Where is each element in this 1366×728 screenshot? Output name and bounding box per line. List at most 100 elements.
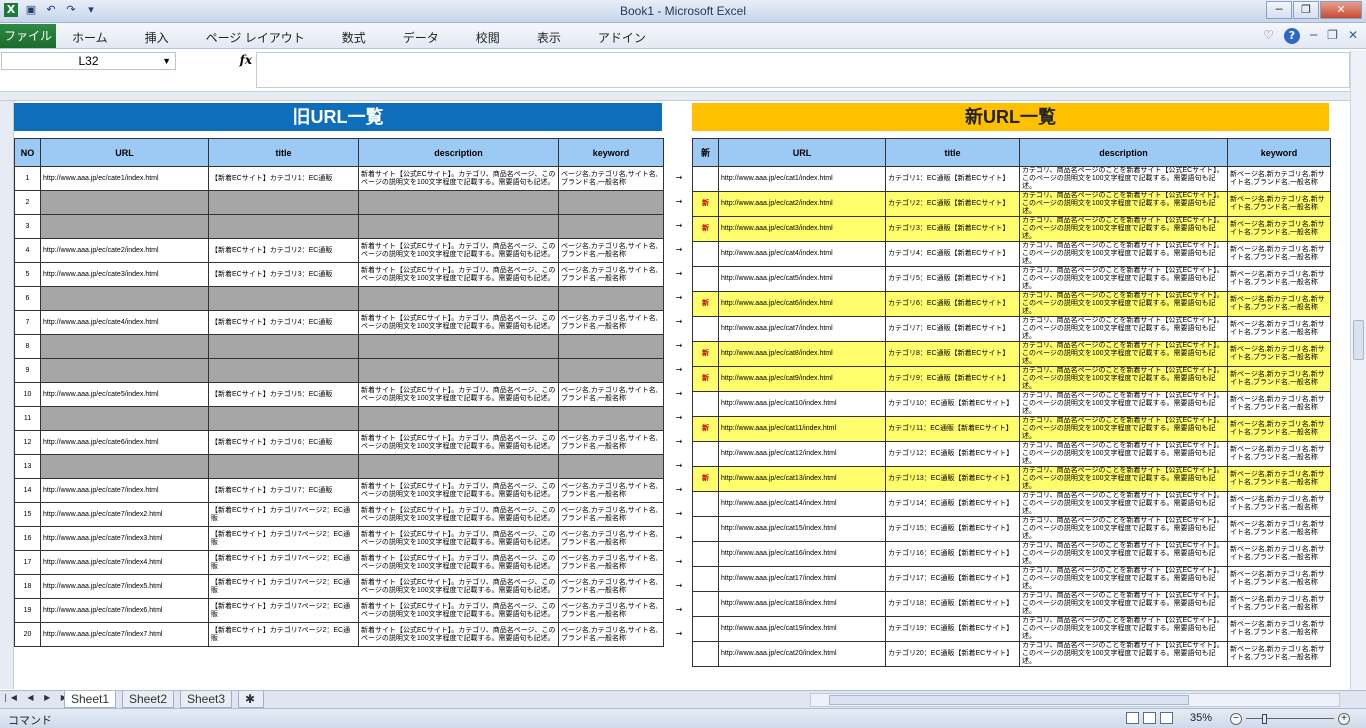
tab-review[interactable]: 校閲 <box>476 29 500 46</box>
restore-button[interactable]: ❐ <box>1293 1 1319 19</box>
title-cell[interactable]: カテゴリ10：EC通販【新着ECサイト】 <box>885 391 1020 417</box>
file-tab[interactable]: ファイル <box>0 24 56 48</box>
keyword-cell[interactable] <box>558 190 664 215</box>
new-flag-cell[interactable]: 新 <box>692 416 719 442</box>
tab-addins[interactable]: アドイン <box>598 29 646 46</box>
url-cell[interactable]: http://www.aaa.jp/ec/cate7/index2.html <box>40 502 209 527</box>
new-flag-cell[interactable]: 新 <box>692 291 719 317</box>
url-cell[interactable]: http://www.aaa.jp/ec/cate6/index.html <box>40 430 209 455</box>
zoom-level[interactable]: 35% <box>1190 712 1212 724</box>
description-cell[interactable]: カテゴリ、商品名ページのことを新着サイト【公式ECサイト】。このページの説明文を… <box>1019 466 1228 492</box>
description-cell[interactable]: カテゴリ、商品名ページのことを新着サイト【公式ECサイト】。このページの説明文を… <box>1019 516 1228 542</box>
worksheet-grid[interactable]: 旧URL一覧 新URL一覧 NO URL title description k… <box>14 101 1350 689</box>
new-flag-cell[interactable] <box>692 241 719 267</box>
new-flag-cell[interactable] <box>692 391 719 417</box>
title-cell[interactable]: カテゴリ7：EC通販【新着ECサイト】 <box>885 316 1020 342</box>
new-flag-cell[interactable]: 新 <box>692 366 719 392</box>
new-flag-cell[interactable]: 新 <box>692 216 719 242</box>
keyword-cell[interactable]: 新ページ名,新カテゴリ名,新サイト名,ブランド名,一般名称 <box>1227 466 1331 492</box>
description-cell[interactable]: カテゴリ、商品名ページのことを新着サイト【公式ECサイト】。このページの説明文を… <box>1019 366 1228 392</box>
title-cell[interactable]: 【新着ECサイト】カテゴリ7：EC通販 <box>208 478 359 503</box>
url-cell[interactable]: http://www.aaa.jp/ec/cat15/index.html <box>718 516 886 542</box>
keyword-cell[interactable]: ページ名,カテゴリ名,サイト名,ブランド名,一般名称 <box>558 622 664 647</box>
keyword-cell[interactable]: 新ページ名,新カテゴリ名,新サイト名,ブランド名,一般名称 <box>1227 391 1331 417</box>
description-cell[interactable]: 新着サイト【公式ECサイト】。カテゴリ、商品名ページ、このページの説明文を100… <box>358 238 559 263</box>
description-cell[interactable]: 新着サイト【公式ECサイト】。カテゴリ、商品名ページ、このページの説明文を100… <box>358 502 559 527</box>
title-cell[interactable]: カテゴリ17：EC通販【新着ECサイト】 <box>885 566 1020 592</box>
keyword-cell[interactable]: ページ名,カテゴリ名,サイト名,ブランド名,一般名称 <box>558 166 664 191</box>
keyword-cell[interactable]: 新ページ名,新カテゴリ名,新サイト名,ブランド名,一般名称 <box>1227 441 1331 467</box>
url-cell[interactable]: http://www.aaa.jp/ec/cate5/index.html <box>40 382 209 407</box>
description-cell[interactable]: カテゴリ、商品名ページのことを新着サイト【公式ECサイト】。このページの説明文を… <box>1019 291 1228 317</box>
title-cell[interactable]: カテゴリ8：EC通販【新着ECサイト】 <box>885 341 1020 367</box>
url-cell[interactable]: http://www.aaa.jp/ec/cat18/index.html <box>718 591 886 617</box>
title-cell[interactable]: 【新着ECサイト】カテゴリ7ページ2：EC通販 <box>208 550 359 575</box>
url-cell[interactable]: http://www.aaa.jp/ec/cat7/index.html <box>718 316 886 342</box>
tab-page-layout[interactable]: ページ レイアウト <box>206 29 305 46</box>
description-cell[interactable]: カテゴリ、商品名ページのことを新着サイト【公式ECサイト】。このページの説明文を… <box>1019 266 1228 292</box>
url-cell[interactable]: http://www.aaa.jp/ec/cat11/index.html <box>718 416 886 442</box>
description-cell[interactable]: 新着サイト【公式ECサイト】。カテゴリ、商品名ページ、このページの説明文を100… <box>358 526 559 551</box>
keyword-cell[interactable]: ページ名,カテゴリ名,サイト名,ブランド名,一般名称 <box>558 598 664 623</box>
horizontal-scrollbar[interactable] <box>810 693 1340 707</box>
url-cell[interactable] <box>40 334 209 359</box>
keyword-cell[interactable] <box>558 286 664 311</box>
new-flag-cell[interactable] <box>692 166 719 192</box>
tab-data[interactable]: データ <box>403 29 439 46</box>
new-flag-cell[interactable]: 新 <box>692 341 719 367</box>
minimize-ribbon-icon[interactable]: ♡ <box>1263 28 1274 44</box>
close-button[interactable]: ✕ <box>1320 1 1362 19</box>
description-cell[interactable]: カテゴリ、商品名ページのことを新着サイト【公式ECサイト】。このページの説明文を… <box>1019 166 1228 192</box>
insert-function-icon[interactable]: fx <box>240 53 252 67</box>
keyword-cell[interactable]: 新ページ名,新カテゴリ名,新サイト名,ブランド名,一般名称 <box>1227 341 1331 367</box>
title-cell[interactable] <box>208 406 359 431</box>
url-cell[interactable] <box>40 358 209 383</box>
sheet-tab-1[interactable]: Sheet1 <box>64 691 117 708</box>
title-cell[interactable]: カテゴリ12：EC通販【新着ECサイト】 <box>885 441 1020 467</box>
keyword-cell[interactable]: ページ名,カテゴリ名,サイト名,ブランド名,一般名称 <box>558 262 664 287</box>
new-flag-cell[interactable] <box>692 566 719 592</box>
description-cell[interactable]: 新着サイト【公式ECサイト】。カテゴリ、商品名ページ、このページの説明文を100… <box>358 262 559 287</box>
normal-view-button[interactable] <box>1126 712 1139 724</box>
row-number[interactable]: 15 <box>14 502 41 527</box>
name-box[interactable]: L32 ▼ <box>1 52 176 70</box>
url-cell[interactable] <box>40 190 209 215</box>
url-cell[interactable]: http://www.aaa.jp/ec/cate7/index7.html <box>40 622 209 647</box>
description-cell[interactable]: カテゴリ、商品名ページのことを新着サイト【公式ECサイト】。このページの説明文を… <box>1019 541 1228 567</box>
title-cell[interactable] <box>208 214 359 239</box>
description-cell[interactable]: カテゴリ、商品名ページのことを新着サイト【公式ECサイト】。このページの説明文を… <box>1019 391 1228 417</box>
new-flag-cell[interactable] <box>692 491 719 517</box>
row-number[interactable]: 8 <box>14 334 41 359</box>
title-cell[interactable]: カテゴリ6：EC通販【新着ECサイト】 <box>885 291 1020 317</box>
description-cell[interactable] <box>358 214 559 239</box>
description-cell[interactable]: カテゴリ、商品名ページのことを新着サイト【公式ECサイト】。このページの説明文を… <box>1019 616 1228 642</box>
row-number[interactable]: 3 <box>14 214 41 239</box>
sheet-tab-3[interactable]: Sheet3 <box>180 691 233 708</box>
url-cell[interactable]: http://www.aaa.jp/ec/cate7/index6.html <box>40 598 209 623</box>
keyword-cell[interactable]: ページ名,カテゴリ名,サイト名,ブランド名,一般名称 <box>558 502 664 527</box>
title-cell[interactable] <box>208 286 359 311</box>
row-number[interactable]: 4 <box>14 238 41 263</box>
description-cell[interactable]: カテゴリ、商品名ページのことを新着サイト【公式ECサイト】。このページの説明文を… <box>1019 241 1228 267</box>
zoom-in-icon[interactable]: + <box>1338 713 1350 725</box>
description-cell[interactable] <box>358 358 559 383</box>
workbook-restore-icon[interactable]: ❐ <box>1327 28 1338 44</box>
new-flag-cell[interactable] <box>692 266 719 292</box>
keyword-cell[interactable]: 新ページ名,新カテゴリ名,新サイト名,ブランド名,一般名称 <box>1227 541 1331 567</box>
url-cell[interactable]: http://www.aaa.jp/ec/cate2/index.html <box>40 238 209 263</box>
title-cell[interactable] <box>208 334 359 359</box>
title-cell[interactable]: カテゴリ13：EC通販【新着ECサイト】 <box>885 466 1020 492</box>
description-cell[interactable]: カテゴリ、商品名ページのことを新着サイト【公式ECサイト】。このページの説明文を… <box>1019 641 1228 667</box>
url-cell[interactable] <box>40 214 209 239</box>
url-cell[interactable]: http://www.aaa.jp/ec/cat16/index.html <box>718 541 886 567</box>
title-cell[interactable]: 【新着ECサイト】カテゴリ1：EC通販 <box>208 166 359 191</box>
title-cell[interactable]: 【新着ECサイト】カテゴリ6：EC通販 <box>208 430 359 455</box>
description-cell[interactable]: 新着サイト【公式ECサイト】。カテゴリ、商品名ページ、このページの説明文を100… <box>358 550 559 575</box>
title-cell[interactable]: 【新着ECサイト】カテゴリ5：EC通販 <box>208 382 359 407</box>
row-number[interactable]: 18 <box>14 574 41 599</box>
url-cell[interactable]: http://www.aaa.jp/ec/cat14/index.html <box>718 491 886 517</box>
tab-view[interactable]: 表示 <box>537 29 561 46</box>
sheet-tab-2[interactable]: Sheet2 <box>122 691 175 708</box>
keyword-cell[interactable]: 新ページ名,新カテゴリ名,新サイト名,ブランド名,一般名称 <box>1227 266 1331 292</box>
description-cell[interactable]: 新着サイト【公式ECサイト】。カテゴリ、商品名ページ、このページの説明文を100… <box>358 598 559 623</box>
